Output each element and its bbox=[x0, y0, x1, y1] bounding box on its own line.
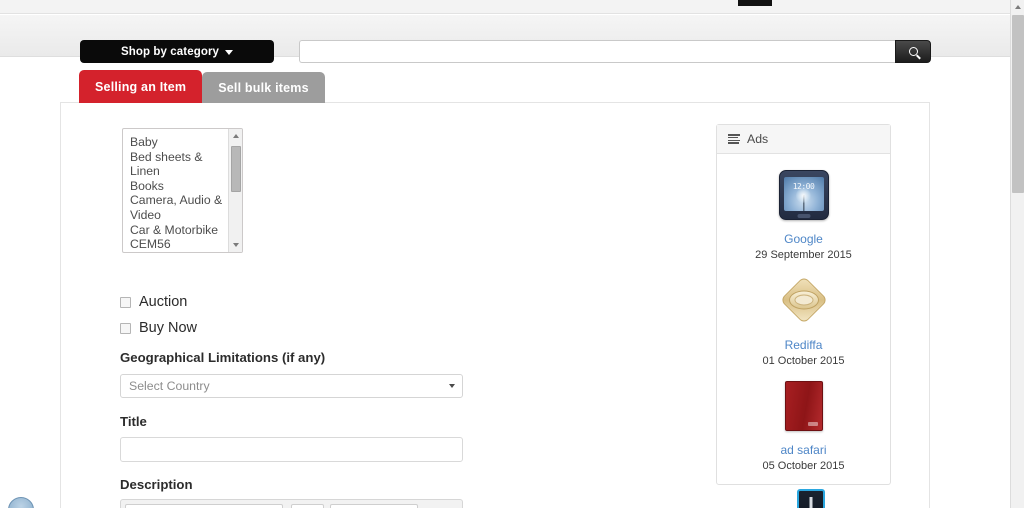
shop-by-category-label: Shop by category bbox=[120, 45, 220, 58]
shop-by-category-button[interactable]: Shop by category bbox=[80, 40, 274, 63]
top-strip-black-block bbox=[738, 0, 772, 6]
search-bar: Shop by category bbox=[0, 15, 1010, 63]
list-item[interactable]: 12:00 Google 29 September 2015 bbox=[717, 170, 890, 273]
tab-bar: Selling an Item Sell bulk items bbox=[79, 70, 325, 103]
list-item[interactable]: Bed sheets & Linen bbox=[130, 150, 229, 179]
list-item[interactable]: Rediffa 01 October 2015 bbox=[717, 275, 890, 379]
list-item[interactable]: Baby bbox=[130, 135, 229, 150]
corner-widget[interactable] bbox=[8, 497, 34, 508]
editor-font-select[interactable] bbox=[125, 504, 283, 508]
list-item[interactable]: CEM56 bbox=[130, 237, 229, 252]
scrollbar-thumb[interactable] bbox=[1012, 15, 1024, 193]
red-external-hard-drive-image[interactable] bbox=[777, 381, 831, 435]
caret-down-icon bbox=[449, 384, 455, 388]
country-select[interactable]: Select Country bbox=[120, 374, 463, 398]
search-button[interactable] bbox=[895, 40, 931, 63]
list-item[interactable]: Car & Motorbike bbox=[130, 223, 229, 238]
title-label: Title bbox=[120, 414, 147, 429]
listbox-scrollbar[interactable] bbox=[228, 129, 242, 252]
auction-checkbox-label: Auction bbox=[139, 294, 188, 310]
search-input[interactable] bbox=[299, 40, 895, 63]
ad-link[interactable]: Rediffa bbox=[717, 338, 890, 352]
description-editor-toolbar[interactable] bbox=[120, 499, 463, 508]
listbox-scroll-down-button[interactable] bbox=[229, 238, 242, 252]
triangle-up-icon bbox=[1015, 5, 1021, 9]
list-lines-icon bbox=[728, 134, 740, 144]
ads-panel: Ads 12:00 Google 29 September 2015 Redif… bbox=[716, 124, 891, 485]
ad-link[interactable]: Google bbox=[717, 232, 890, 246]
tab-selling-an-item-label: Selling an Item bbox=[95, 79, 187, 94]
listbox-scroll-up-button[interactable] bbox=[229, 129, 242, 143]
auction-checkbox[interactable] bbox=[120, 296, 131, 308]
ad-date: 29 September 2015 bbox=[755, 249, 852, 261]
auction-checkbox-row[interactable]: Auction bbox=[120, 294, 187, 310]
category-listbox-options: Baby Bed sheets & Linen Books Camera, Au… bbox=[123, 135, 229, 252]
ads-list: 12:00 Google 29 September 2015 Rediffa 0… bbox=[717, 154, 890, 484]
top-strip bbox=[0, 0, 1010, 14]
list-item[interactable]: Camera, Audio & Video bbox=[130, 193, 229, 222]
title-input[interactable] bbox=[120, 437, 463, 462]
buy-now-checkbox-row[interactable]: Buy Now bbox=[120, 320, 197, 336]
tab-sell-bulk-items[interactable]: Sell bulk items bbox=[202, 72, 325, 103]
geographical-limitations-label: Geographical Limitations (if any) bbox=[120, 350, 326, 365]
page-root: Shop by category Selling an Item Sell bu… bbox=[0, 0, 1024, 508]
listbox-scroll-thumb[interactable] bbox=[231, 146, 241, 192]
samsung-galaxy-phone-image[interactable]: 12:00 bbox=[777, 170, 831, 224]
description-label: Description bbox=[120, 477, 193, 492]
caret-down-icon bbox=[225, 50, 234, 55]
triangle-down-icon bbox=[233, 243, 239, 247]
page-scrollbar[interactable] bbox=[1010, 0, 1024, 508]
tab-sell-bulk-items-label: Sell bulk items bbox=[218, 80, 309, 95]
scroll-up-button[interactable] bbox=[1011, 0, 1024, 14]
buy-now-checkbox[interactable] bbox=[120, 322, 131, 334]
category-listbox[interactable]: Baby Bed sheets & Linen Books Camera, Au… bbox=[122, 128, 243, 253]
triangle-up-icon bbox=[233, 134, 239, 138]
search-icon bbox=[908, 47, 918, 56]
next-ad-thumbnail-partial[interactable] bbox=[797, 489, 825, 508]
editor-format-select[interactable] bbox=[330, 504, 418, 508]
list-item[interactable]: ad safari 05 October 2015 bbox=[717, 381, 890, 484]
ads-panel-title: Ads bbox=[747, 132, 769, 146]
ads-panel-header: Ads bbox=[717, 125, 890, 154]
gold-watch-image[interactable] bbox=[777, 275, 831, 330]
tab-selling-an-item[interactable]: Selling an Item bbox=[79, 70, 203, 103]
buy-now-checkbox-label: Buy Now bbox=[139, 320, 198, 336]
ad-date: 05 October 2015 bbox=[762, 460, 845, 472]
editor-size-select[interactable] bbox=[291, 504, 324, 508]
ad-link[interactable]: ad safari bbox=[717, 443, 890, 457]
country-select-value: Select Country bbox=[129, 379, 210, 393]
list-item[interactable]: Books bbox=[130, 179, 229, 194]
ad-date: 01 October 2015 bbox=[762, 355, 845, 367]
